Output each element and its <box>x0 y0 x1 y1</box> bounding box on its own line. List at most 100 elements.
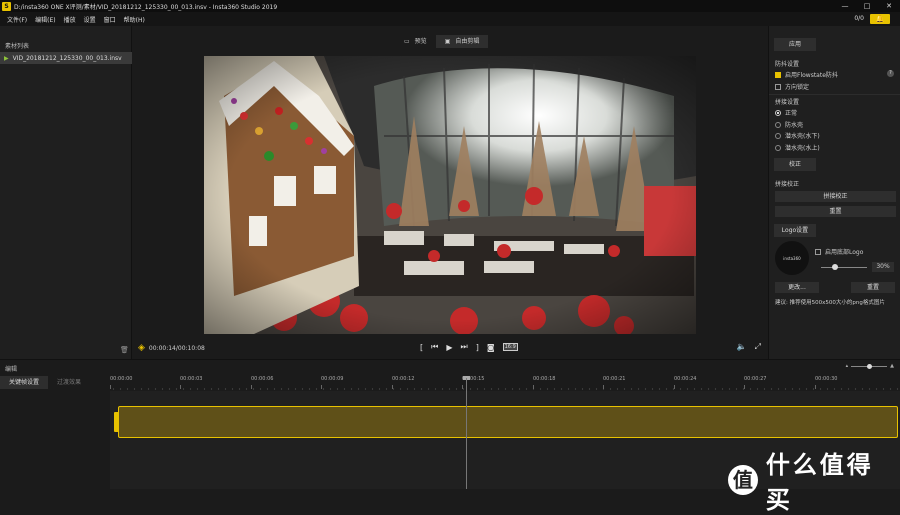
keyframe-icon[interactable]: ◈ <box>138 343 145 353</box>
stitch-calibration-title: 拼接校正 <box>775 181 800 188</box>
maximize-button[interactable]: □ <box>856 0 878 12</box>
logo-reset-button[interactable]: 重置 <box>851 282 895 293</box>
mark-out-icon[interactable]: ] <box>476 343 479 352</box>
logo-thumbnail: insta360 <box>775 241 809 275</box>
mark-in-icon[interactable]: [ <box>420 343 423 352</box>
ruler-label: 00:00:00 <box>110 376 133 389</box>
tab-free-edit[interactable]: ▣ 自由剪辑 <box>435 35 489 48</box>
time-ruler[interactable]: 00:00:00 00:00:03 00:00:06 00:00:09 00:0… <box>110 376 900 390</box>
checkbox-checked-icon <box>775 71 781 78</box>
stitch-option-label: 潜水壳(水上) <box>785 145 820 152</box>
playback-controls: ◈ 00:00:14/00:10:08 [ ⏮ ▶ ⏭ ] ◙ 16:9 🔈 ⤢ <box>133 339 767 357</box>
tab-keyframe-settings[interactable]: 关键帧设置 <box>0 376 49 389</box>
zoom-in-icon[interactable]: ▲ <box>890 363 894 369</box>
editor-tabs: 关键帧设置 过渡效果 <box>0 376 90 389</box>
watermark: 值 什么值得买 <box>728 445 900 515</box>
video-clip[interactable] <box>118 406 898 438</box>
skip-forward-icon[interactable]: ⏭ <box>460 342 467 352</box>
camera-icon[interactable]: ◙ <box>487 343 495 352</box>
radio-icon <box>775 132 781 139</box>
stitch-option-label: 潜水壳(水下) <box>785 133 820 140</box>
title-bar: S D:/insta360 ONE X评测/素材/VID_20181212_12… <box>0 0 900 12</box>
change-logo-button[interactable]: 更改... <box>775 282 819 293</box>
ruler-label: 00:00:12 <box>392 376 415 389</box>
slider-handle[interactable] <box>832 264 838 270</box>
fullscreen-icon[interactable]: ⤢ <box>755 342 761 352</box>
flowstate-label: 启用Flowstate防抖 <box>785 72 838 79</box>
skip-back-icon[interactable]: ⏮ <box>431 342 438 352</box>
calibrate-button[interactable]: 校正 <box>774 158 816 171</box>
direction-lock-checkbox[interactable]: 方向锁定 <box>775 82 809 91</box>
window-title: D:/insta360 ONE X评测/素材/VID_20181212_1253… <box>14 3 278 11</box>
zoom-control[interactable]: ▴ ▲ <box>846 363 894 369</box>
tab-preview[interactable]: ▭ 预览 <box>395 35 436 48</box>
menu-bar: 文件(F) 编辑(E) 播放 设置 窗口 帮助(H) 0/0 🔔 <box>0 12 900 26</box>
checkbox-icon <box>815 248 821 255</box>
menu-settings[interactable]: 设置 <box>84 15 96 24</box>
radio-icon <box>775 144 781 151</box>
tab-preview-label: 预览 <box>414 38 427 45</box>
tab-transitions[interactable]: 过渡效果 <box>48 376 90 389</box>
ruler-label: 00:00:09 <box>321 376 344 389</box>
settings-panel: 应用 防抖设置 启用Flowstate防抖 ? 方向锁定 拼接设置 正常 防水壳… <box>768 26 900 359</box>
list-item[interactable]: ▶ VID_20181212_125330_00_013.insv <box>0 52 132 64</box>
stitch-calibrate-button[interactable]: 拼接校正 <box>775 191 896 202</box>
apply-button[interactable]: 应用 <box>774 38 816 51</box>
logo-hint: 建议: 推荐使用500x500大小的png格式图片 <box>775 300 885 306</box>
flowstate-checkbox[interactable]: 启用Flowstate防抖 <box>775 70 838 79</box>
ruler-label: 00:00:30 <box>815 376 838 389</box>
task-counter: 0/0 <box>854 15 864 22</box>
menu-help[interactable]: 帮助(H) <box>124 15 145 24</box>
playhead[interactable] <box>466 378 467 489</box>
volume-icon[interactable]: 🔈 <box>737 342 747 352</box>
ruler-label: 00:00:24 <box>674 376 697 389</box>
ruler-label: 00:00:27 <box>744 376 767 389</box>
play-button[interactable]: ▶ <box>446 343 452 352</box>
minimize-button[interactable]: — <box>834 0 856 12</box>
clip-trim-handle[interactable] <box>114 412 119 432</box>
stabilization-title: 防抖设置 <box>775 61 800 68</box>
ruler-label: 00:00:21 <box>603 376 626 389</box>
watermark-text: 什么值得买 <box>765 451 874 514</box>
film-icon: ▭ <box>404 38 410 45</box>
direction-lock-label: 方向锁定 <box>785 84 810 91</box>
tab-free-edit-label: 自由剪辑 <box>455 38 480 45</box>
logo-size-slider[interactable] <box>821 267 867 268</box>
view-tabs: ▭ 预览 ▣ 自由剪辑 <box>395 35 489 48</box>
help-icon[interactable]: ? <box>887 70 894 77</box>
stitch-reset-button[interactable]: 重置 <box>775 206 896 217</box>
logo-size-value[interactable]: 30% <box>872 262 894 272</box>
close-button[interactable]: ✕ <box>878 0 900 12</box>
stitch-option-dive-under[interactable]: 潜水壳(水下) <box>775 131 820 140</box>
zoom-slider[interactable] <box>851 363 888 369</box>
ruler-label: 00:00:03 <box>180 376 203 389</box>
stitch-option-dive-above[interactable]: 潜水壳(水上) <box>775 143 820 152</box>
radio-icon <box>775 121 781 128</box>
stitching-title: 拼接设置 <box>775 99 800 106</box>
zoom-out-icon[interactable]: ▴ <box>846 363 849 369</box>
bell-icon[interactable]: 🔔 <box>870 14 890 24</box>
stitch-option-waterproof[interactable]: 防水壳 <box>775 120 803 129</box>
bottom-logo-label: 启用底部Logo <box>825 249 864 256</box>
menu-play[interactable]: 播放 <box>64 15 76 24</box>
video-image <box>204 56 696 334</box>
menu-window[interactable]: 窗口 <box>104 15 116 24</box>
menu-file[interactable]: 文件(F) <box>7 15 27 24</box>
screen-icon: ▣ <box>444 38 451 45</box>
trash-icon[interactable]: 🗑 <box>120 346 129 354</box>
watermark-badge: 值 <box>728 465 758 495</box>
menu-edit[interactable]: 编辑(E) <box>35 15 55 24</box>
video-frame[interactable] <box>204 56 696 334</box>
ruler-label: 00:00:06 <box>251 376 274 389</box>
timecode: 00:00:14/00:10:08 <box>148 344 205 352</box>
stitch-option-label: 防水壳 <box>785 122 804 129</box>
stitch-option-normal[interactable]: 正常 <box>775 108 797 117</box>
editor-title: 编辑 <box>5 366 18 373</box>
logo-settings-tab[interactable]: Logo设置 <box>774 224 816 237</box>
checkbox-icon <box>775 83 781 90</box>
bottom-logo-checkbox[interactable]: 启用底部Logo <box>815 247 863 256</box>
aspect-ratio-button[interactable]: 16:9 <box>502 343 518 351</box>
ruler-label: 00:00:18 <box>533 376 556 389</box>
radio-selected-icon <box>775 109 781 116</box>
preview-area: ▭ 预览 ▣ 自由剪辑 ◈ 00:00:14/00:10:08 [⏮ ▶ ⏭ … <box>133 26 767 359</box>
